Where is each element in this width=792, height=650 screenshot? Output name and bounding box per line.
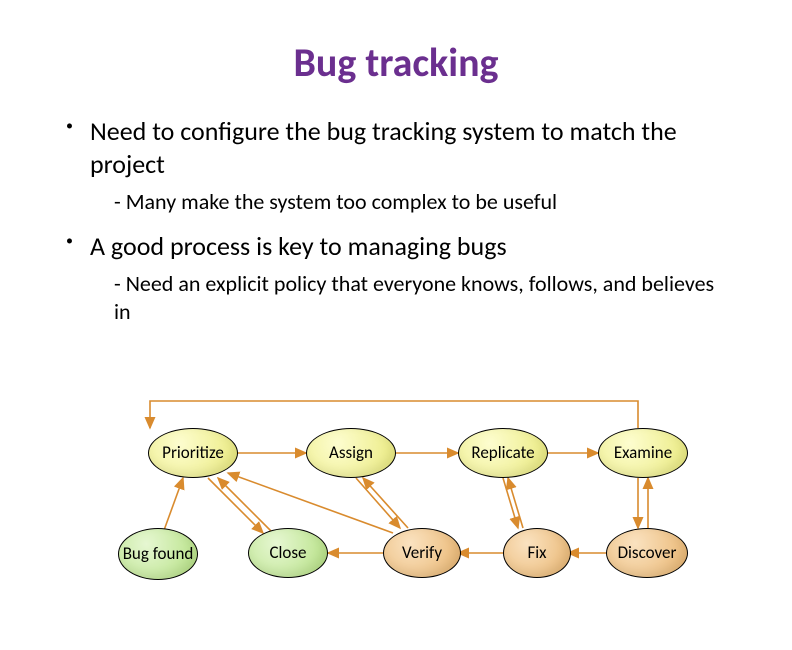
bullet-2: A good process is key to managing bugs bbox=[90, 230, 732, 263]
content-area: Need to configure the bug tracking syste… bbox=[90, 115, 732, 325]
node-verify: Verify bbox=[383, 528, 461, 578]
node-discover: Discover bbox=[606, 528, 688, 578]
diagram-edges bbox=[108, 393, 684, 613]
slide-title: Bug tracking bbox=[0, 38, 792, 87]
bullet-1-sub: - Many make the system too complex to be… bbox=[114, 188, 732, 216]
node-fix: Fix bbox=[503, 528, 571, 578]
node-bug-found: Bug found bbox=[118, 528, 198, 580]
workflow-diagram: Prioritize Assign Replicate Examine Bug … bbox=[108, 393, 684, 613]
node-close: Close bbox=[248, 528, 328, 578]
node-replicate: Replicate bbox=[458, 428, 548, 478]
node-examine: Examine bbox=[598, 428, 688, 478]
node-prioritize: Prioritize bbox=[148, 428, 238, 478]
bullet-2-sub: - Need an explicit policy that everyone … bbox=[114, 270, 732, 325]
node-assign: Assign bbox=[306, 428, 396, 478]
bullet-1: Need to configure the bug tracking syste… bbox=[90, 115, 732, 180]
